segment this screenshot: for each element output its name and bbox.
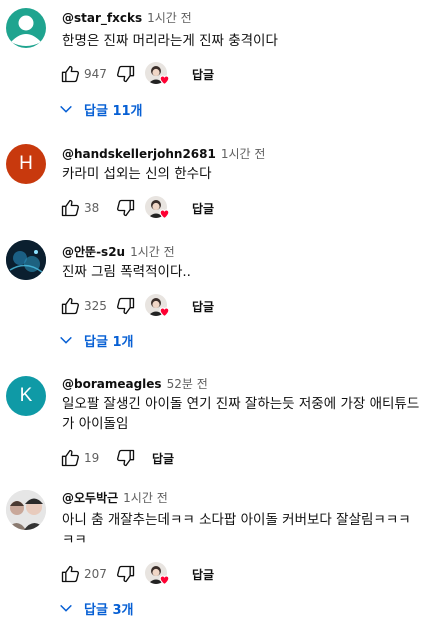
like-count: 38	[84, 201, 100, 215]
like-count: 19	[84, 451, 100, 465]
creator-heart-icon	[144, 62, 170, 86]
comment-thread: K @borameagles 52분 전 일오팔 잘생긴 아이돌 연기 진짜 잘하…	[0, 372, 443, 472]
reply-button[interactable]: 답글	[192, 66, 214, 83]
comment-text: 한명은 진짜 머리라는게 진짜 충격이다	[62, 33, 278, 49]
chevron-down-icon	[60, 105, 72, 113]
view-replies-button[interactable]: 답글 3개	[58, 594, 133, 622]
comment-thread: @오두박근 1시간 전 아니 춤 개잘추는데ㅋㅋ 소다팝 아이돌 커버보다 잘살림…	[0, 486, 443, 624]
heart-icon	[159, 209, 170, 220]
avatar[interactable]	[6, 490, 46, 530]
avatar[interactable]	[6, 240, 46, 280]
reply-button[interactable]: 답글	[192, 566, 214, 583]
thumb-up-icon[interactable]	[58, 294, 82, 318]
avatar[interactable]: K	[6, 376, 46, 416]
view-replies-button[interactable]: 답글 1개	[58, 326, 133, 354]
timestamp[interactable]: 52분 전	[167, 377, 208, 391]
thumb-down-icon[interactable]	[114, 294, 138, 318]
creator-heart-icon	[144, 196, 170, 220]
creator-heart-icon	[144, 562, 170, 586]
timestamp[interactable]: 1시간 전	[123, 491, 168, 505]
reply-button[interactable]: 답글	[152, 450, 174, 467]
reply-button[interactable]: 답글	[192, 298, 214, 315]
thumb-up-icon[interactable]	[58, 196, 82, 220]
comment-header: @안뚠-s2u 1시간 전	[62, 244, 175, 260]
comment-thread: @star_fxcks 1시간 전 한명은 진짜 머리라는게 진짜 충격이다 94…	[0, 0, 443, 124]
profile-photo	[6, 240, 46, 280]
like-count: 325	[84, 299, 107, 313]
thumb-down-icon[interactable]	[114, 62, 138, 86]
heart-icon	[159, 575, 170, 586]
comment-text: 카라미 섭외는 신의 한수다	[62, 166, 212, 182]
author-name[interactable]: @handskellerjohn2681	[62, 147, 216, 161]
reply-button[interactable]: 답글	[192, 200, 214, 217]
thumb-down-icon[interactable]	[114, 446, 138, 470]
comment-thread: H @handskellerjohn2681 1시간 전 카라미 섭외는 신의 한…	[0, 140, 443, 230]
heart-icon	[159, 75, 170, 86]
comment-actions: 325 답글	[58, 294, 214, 318]
timestamp[interactable]: 1시간 전	[130, 245, 175, 259]
thumb-down-icon[interactable]	[114, 562, 138, 586]
heart-icon	[159, 307, 170, 318]
view-replies-button[interactable]: 답글 11개	[58, 95, 143, 123]
author-name[interactable]: @borameagles	[62, 377, 162, 391]
avatar[interactable]: H	[6, 144, 46, 184]
chevron-down-icon	[60, 604, 72, 612]
comment-text: 아니 춤 개잘추는데ㅋㅋ 소다팝 아이돌 커버보다 잘살림ㅋㅋㅋㅋㅋ	[62, 512, 411, 548]
default-user-icon	[11, 15, 41, 46]
thumb-up-icon[interactable]	[58, 562, 82, 586]
timestamp[interactable]: 1시간 전	[147, 11, 192, 25]
comment-actions: 38 답글	[58, 196, 214, 220]
comment-header: @star_fxcks 1시간 전	[62, 10, 192, 26]
author-name[interactable]: @star_fxcks	[62, 11, 142, 25]
comment-actions: 947 답글	[58, 62, 214, 86]
replies-label: 답글 1개	[84, 334, 134, 350]
like-count: 947	[84, 67, 107, 81]
author-name[interactable]: @안뚠-s2u	[62, 245, 125, 259]
profile-photo	[6, 490, 46, 530]
comment-header: @오두박근 1시간 전	[62, 490, 168, 506]
author-name[interactable]: @오두박근	[62, 491, 118, 505]
comment-actions: 207 답글	[58, 562, 214, 586]
replies-label: 답글 3개	[84, 602, 134, 618]
replies-label: 답글 11개	[84, 103, 143, 119]
timestamp[interactable]: 1시간 전	[221, 147, 266, 161]
avatar[interactable]	[6, 8, 46, 48]
like-count: 207	[84, 567, 107, 581]
chevron-down-icon	[60, 336, 72, 344]
comment-header: @borameagles 52분 전	[62, 376, 208, 392]
comment-text: 일오팔 잘생긴 아이돌 연기 진짜 잘하는듯 저중에 가장 애티튜드가 아이돌임	[62, 396, 420, 432]
comment-actions: 19 답글	[58, 446, 174, 470]
thumb-down-icon[interactable]	[114, 196, 138, 220]
thumb-up-icon[interactable]	[58, 62, 82, 86]
comment-text: 진짜 그림 폭력적이다..	[62, 264, 191, 280]
thumb-up-icon[interactable]	[58, 446, 82, 470]
comment-thread: @안뚠-s2u 1시간 전 진짜 그림 폭력적이다.. 325 답글 답글 1개	[0, 236, 443, 358]
creator-heart-icon	[144, 294, 170, 318]
comment-header: @handskellerjohn2681 1시간 전	[62, 146, 265, 162]
